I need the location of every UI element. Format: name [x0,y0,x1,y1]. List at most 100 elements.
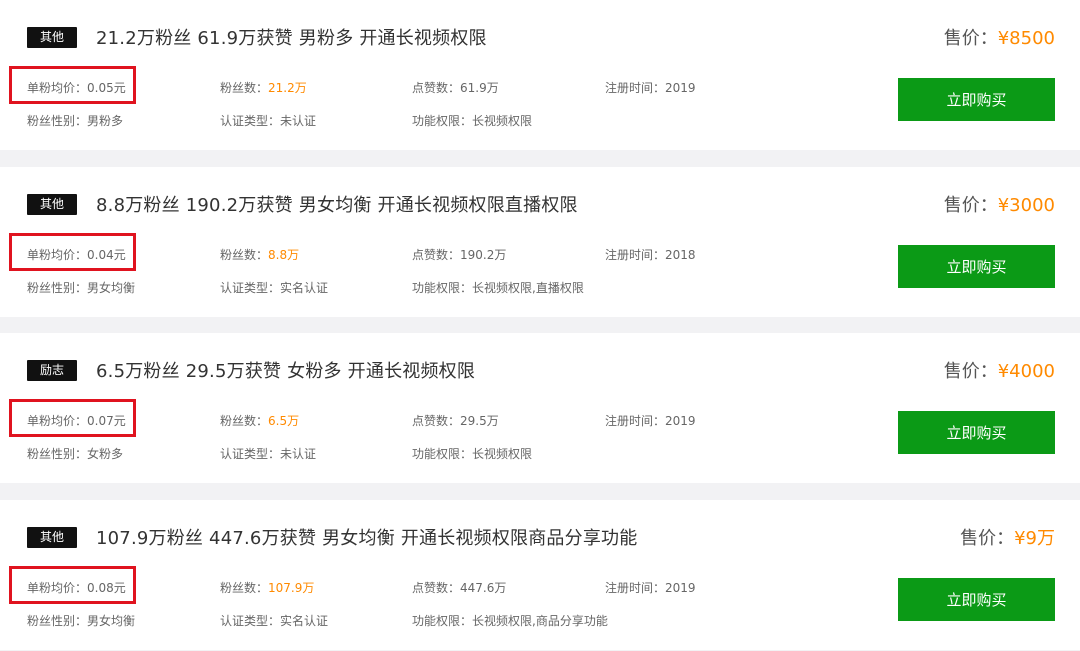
reg-field: 注册时间：2018 [605,246,696,263]
perm-field: 功能权限：长视频权限,商品分享功能 [412,612,608,629]
fans-label: 粉丝数： [220,414,269,428]
unit-price-highlight-box [9,566,136,604]
fans-label: 粉丝数： [220,248,269,262]
fans-label: 粉丝数： [220,81,269,95]
price-value: ¥3000 [997,195,1055,216]
perm-field: 功能权限：长视频权限 [412,445,532,462]
cert-label: 认证类型： [220,614,281,628]
likes-value: 190.2万 [460,248,507,262]
reg-value: 2019 [665,414,696,428]
listing-title[interactable]: 107.9万粉丝 447.6万获赞 男女均衡 开通长视频权限商品分享功能 [96,524,637,550]
gender-field: 粉丝性别：男女均衡 [27,612,135,629]
listing-list: 其他 21.2万粉丝 61.9万获赞 男粉多 开通长视频权限 售价：¥8500 … [0,0,1080,651]
price-label: 售价： [960,528,1015,549]
listing-card: 其他 8.8万粉丝 190.2万获赞 男女均衡 开通长视频权限直播权限 售价：¥… [0,167,1080,317]
cert-label: 认证类型： [220,114,281,128]
buy-now-button[interactable]: 立即购买 [898,578,1055,621]
unit-price-highlight-box [9,399,136,437]
price: 售价：¥9万 [960,524,1055,550]
gender-value: 女粉多 [87,447,124,461]
reg-field: 注册时间：2019 [605,579,696,596]
category-tag: 其他 [27,27,77,48]
price: 售价：¥4000 [944,357,1055,383]
gender-value: 男女均衡 [87,281,136,295]
category-tag: 励志 [27,360,77,381]
buy-now-button[interactable]: 立即购买 [898,411,1055,454]
likes-field: 点赞数：61.9万 [412,79,499,96]
perm-value: 长视频权限 [472,447,533,461]
price-value: ¥9万 [1014,528,1055,549]
perm-field: 功能权限：长视频权限 [412,112,532,129]
buy-now-button[interactable]: 立即购买 [898,78,1055,121]
cert-value: 实名认证 [280,281,329,295]
likes-field: 点赞数：190.2万 [412,246,506,263]
cert-field: 认证类型：实名认证 [220,612,328,629]
reg-field: 注册时间：2019 [605,79,696,96]
gender-value: 男粉多 [87,114,124,128]
perm-field: 功能权限：长视频权限,直播权限 [412,279,584,296]
cert-field: 认证类型：实名认证 [220,279,328,296]
reg-label: 注册时间： [605,581,666,595]
cert-field: 认证类型：未认证 [220,112,316,129]
gender-label: 粉丝性别： [27,114,88,128]
fans-value: 21.2万 [268,81,307,95]
price-value: ¥8500 [997,28,1055,49]
gender-field: 粉丝性别：男女均衡 [27,279,135,296]
gender-value: 男女均衡 [87,614,136,628]
fans-value: 6.5万 [268,414,300,428]
likes-label: 点赞数： [412,248,461,262]
fans-field: 粉丝数：8.8万 [220,246,299,263]
perm-value: 长视频权限 [472,114,533,128]
fans-label: 粉丝数： [220,581,269,595]
cert-value: 实名认证 [280,614,329,628]
gender-field: 粉丝性别：男粉多 [27,112,123,129]
cert-label: 认证类型： [220,281,281,295]
reg-field: 注册时间：2019 [605,412,696,429]
perm-label: 功能权限： [412,114,473,128]
fans-value: 8.8万 [268,248,300,262]
perm-label: 功能权限： [412,447,473,461]
gender-label: 粉丝性别： [27,281,88,295]
reg-label: 注册时间： [605,414,666,428]
listing-title[interactable]: 21.2万粉丝 61.9万获赞 男粉多 开通长视频权限 [96,24,487,50]
likes-value: 29.5万 [460,414,499,428]
listing-title[interactable]: 8.8万粉丝 190.2万获赞 男女均衡 开通长视频权限直播权限 [96,191,578,217]
category-tag: 其他 [27,194,77,215]
listing-card: 其他 21.2万粉丝 61.9万获赞 男粉多 开通长视频权限 售价：¥8500 … [0,0,1080,150]
fans-value: 107.9万 [268,581,315,595]
gender-field: 粉丝性别：女粉多 [27,445,123,462]
reg-value: 2019 [665,81,696,95]
cert-value: 未认证 [280,447,317,461]
unit-price-highlight-box [9,66,136,104]
price-label: 售价： [943,361,998,382]
perm-value: 长视频权限,商品分享功能 [472,614,608,628]
reg-value: 2019 [665,581,696,595]
likes-value: 447.6万 [460,581,507,595]
likes-value: 61.9万 [460,81,499,95]
category-tag: 其他 [27,527,77,548]
perm-label: 功能权限： [412,614,473,628]
likes-field: 点赞数：29.5万 [412,412,499,429]
price-label: 售价： [943,28,998,49]
perm-label: 功能权限： [412,281,473,295]
price-label: 售价： [943,195,998,216]
fans-field: 粉丝数：6.5万 [220,412,299,429]
listing-card: 励志 6.5万粉丝 29.5万获赞 女粉多 开通长视频权限 售价：¥4000 单… [0,333,1080,483]
unit-price-highlight-box [9,233,136,271]
gender-label: 粉丝性别： [27,614,88,628]
buy-now-button[interactable]: 立即购买 [898,245,1055,288]
perm-value: 长视频权限,直播权限 [472,281,584,295]
reg-label: 注册时间： [605,81,666,95]
reg-value: 2018 [665,248,696,262]
listing-title[interactable]: 6.5万粉丝 29.5万获赞 女粉多 开通长视频权限 [96,357,475,383]
likes-label: 点赞数： [412,81,461,95]
likes-label: 点赞数： [412,414,461,428]
fans-field: 粉丝数：107.9万 [220,579,314,596]
price: 售价：¥3000 [944,191,1055,217]
cert-label: 认证类型： [220,447,281,461]
reg-label: 注册时间： [605,248,666,262]
cert-value: 未认证 [280,114,317,128]
fans-field: 粉丝数：21.2万 [220,79,307,96]
listing-card: 其他 107.9万粉丝 447.6万获赞 男女均衡 开通长视频权限商品分享功能 … [0,500,1080,650]
cert-field: 认证类型：未认证 [220,445,316,462]
